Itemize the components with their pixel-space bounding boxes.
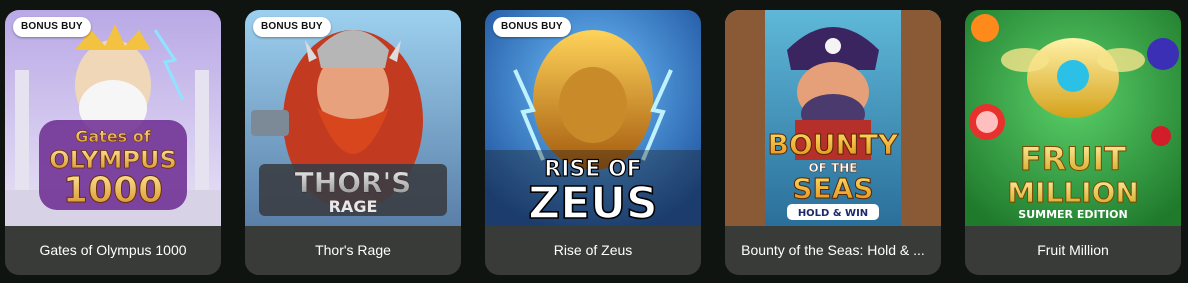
game-thumbnail[interactable]: BOUNTY OF THE SEAS HOLD & WIN — [725, 10, 941, 226]
game-title[interactable]: Rise of Zeus — [485, 226, 701, 275]
fruit-million-artwork: FRUIT MILLION SUMMER EDITION — [965, 10, 1181, 226]
game-logo-line: Gates of — [75, 127, 152, 146]
bonus-buy-badge: BONUS BUY — [253, 17, 331, 37]
game-card-bounty-of-the-seas[interactable]: BOUNTY OF THE SEAS HOLD & WIN Bounty of … — [725, 10, 941, 275]
game-logo-line: FRUIT — [1020, 140, 1126, 178]
game-thumbnail[interactable]: Gates of OLYMPUS 1000 BONUS BUY — [5, 10, 221, 226]
thors-rage-artwork: THOR'S RAGE — [245, 10, 461, 226]
game-title[interactable]: Thor's Rage — [245, 226, 461, 275]
game-logo-line: RAGE — [329, 197, 378, 216]
game-logo-line: SEAS — [792, 172, 873, 205]
game-card-rise-of-zeus[interactable]: RISE OF ZEUS BONUS BUY Rise of Zeus — [485, 10, 701, 275]
game-carousel-row: Gates of OLYMPUS 1000 BONUS BUY Gates of… — [0, 0, 1188, 283]
game-logo-line: MILLION — [1007, 176, 1139, 209]
game-thumbnail[interactable]: THOR'S RAGE BONUS BUY — [245, 10, 461, 226]
game-logo-line: ZEUS — [528, 178, 657, 226]
gates-of-olympus-artwork: Gates of OLYMPUS 1000 — [5, 10, 221, 226]
game-thumbnail[interactable]: RISE OF ZEUS BONUS BUY — [485, 10, 701, 226]
game-card-gates-of-olympus-1000[interactable]: Gates of OLYMPUS 1000 BONUS BUY Gates of… — [5, 10, 221, 275]
game-thumbnail[interactable]: FRUIT MILLION SUMMER EDITION — [965, 10, 1181, 226]
bonus-buy-badge: BONUS BUY — [13, 17, 91, 37]
game-title[interactable]: Bounty of the Seas: Hold & ... — [725, 226, 941, 275]
game-logo-line: HOLD & WIN — [798, 208, 868, 219]
game-logo-line: SUMMER EDITION — [1018, 208, 1127, 221]
game-logo-line: BOUNTY — [768, 128, 899, 161]
rise-of-zeus-artwork: RISE OF ZEUS — [485, 10, 701, 226]
game-title[interactable]: Gates of Olympus 1000 — [5, 226, 221, 275]
bounty-of-the-seas-artwork: BOUNTY OF THE SEAS HOLD & WIN — [725, 10, 941, 226]
game-logo-line: 1000 — [63, 170, 163, 211]
game-title[interactable]: Fruit Million — [965, 226, 1181, 275]
bonus-buy-badge: BONUS BUY — [493, 17, 571, 37]
game-logo-line: THOR'S — [295, 166, 412, 199]
game-card-thors-rage[interactable]: THOR'S RAGE BONUS BUY Thor's Rage — [245, 10, 461, 275]
game-card-fruit-million[interactable]: FRUIT MILLION SUMMER EDITION Fruit Milli… — [965, 10, 1181, 275]
